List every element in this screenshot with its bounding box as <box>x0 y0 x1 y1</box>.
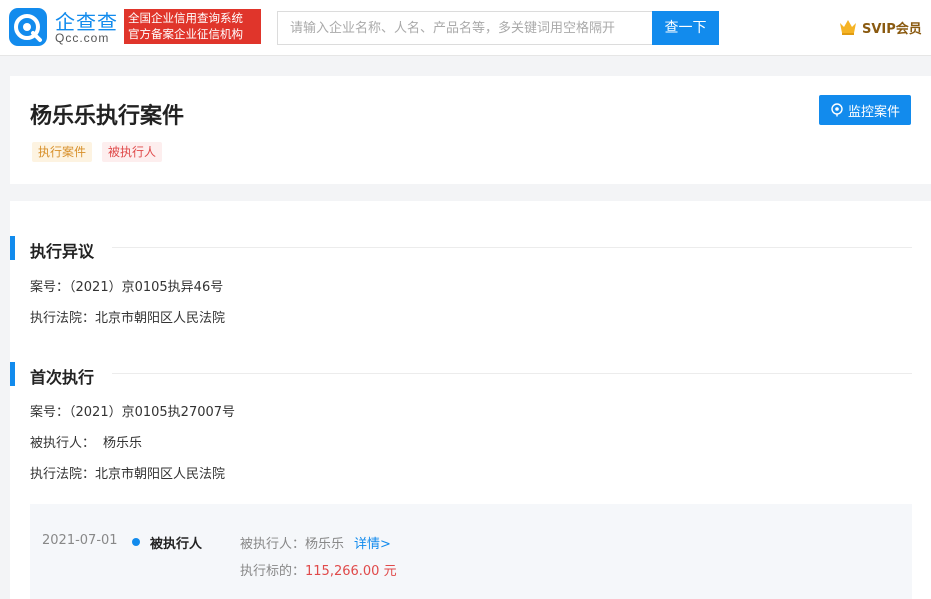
field-value: 北京市朝阳区人民法院 <box>95 467 226 482</box>
timeline-amount-value: 115,266.00 元 <box>305 564 397 579</box>
first-exec-case-number-row: 案号：（2021）京0105执27007号 <box>30 401 235 420</box>
execution-timeline: 2021-07-01 被执行人 被执行人：杨乐乐 详情> 执行标的：115,266… <box>30 504 912 599</box>
timeline-dot <box>132 538 140 546</box>
monitor-icon <box>831 103 843 117</box>
page-title: 杨乐乐执行案件 <box>30 104 185 129</box>
section-title-first-execution: 首次执行 <box>30 368 95 387</box>
first-exec-person-row: 被执行人： 杨乐乐 <box>30 432 142 451</box>
objection-case-number-row: 案号：（2021）京0105执异46号 <box>30 276 223 295</box>
gov-badge-line-1: 全国企业信用查询系统 <box>128 11 243 25</box>
timeline-person: 被执行人：杨乐乐 详情> <box>240 533 391 552</box>
gov-badge-line-2: 官方备案企业征信机构 <box>128 27 243 41</box>
field-value: （2021）京0105执异46号 <box>69 280 224 295</box>
search-box <box>277 11 653 45</box>
qcc-logo-icon[interactable] <box>9 8 47 46</box>
field-label: 执行法院： <box>30 311 96 326</box>
monitor-case-button[interactable]: 监控案件 <box>819 95 911 125</box>
section-marker <box>10 236 15 260</box>
crown-icon <box>840 20 856 35</box>
search-button[interactable]: 查一下 <box>652 11 719 45</box>
field-label: 被执行人： <box>30 436 96 451</box>
timeline-person-value: 杨乐乐 <box>305 537 345 552</box>
first-exec-court-row: 执行法院：北京市朝阳区人民法院 <box>30 463 225 482</box>
field-label: 案号： <box>30 280 70 295</box>
section-divider <box>112 247 912 248</box>
section-marker <box>10 362 15 386</box>
case-header-card: 杨乐乐执行案件 执行案件 被执行人 监控案件 <box>10 76 931 184</box>
detail-link[interactable]: 详情> <box>354 537 391 552</box>
timeline-amount: 执行标的：115,266.00 元 <box>240 560 397 579</box>
svip-label: SVIP会员 <box>862 21 922 37</box>
search-input[interactable] <box>278 12 653 44</box>
timeline-date: 2021-07-01 <box>42 533 118 548</box>
top-header: 企查查 Qcc.com 全国企业信用查询系统 官方备案企业征信机构 查一下 SV… <box>0 0 931 56</box>
field-value: 杨乐乐 <box>103 436 143 451</box>
tag-executed-person: 被执行人 <box>102 142 163 162</box>
svip-member-button[interactable]: SVIP会员 <box>838 16 922 38</box>
timeline-amount-label: 执行标的： <box>240 564 306 579</box>
tag-execution-case: 执行案件 <box>32 142 93 162</box>
section-title-objection: 执行异议 <box>30 242 95 261</box>
case-detail-card: 执行异议 案号：（2021）京0105执异46号 执行法院：北京市朝阳区人民法院… <box>10 201 931 599</box>
monitor-case-label: 监控案件 <box>847 104 900 120</box>
section-divider <box>112 373 912 374</box>
field-label: 执行法院： <box>30 467 96 482</box>
timeline-person-label: 被执行人： <box>240 537 306 552</box>
logo-domain: Qcc.com <box>55 31 110 45</box>
field-value: （2021）京0105执27007号 <box>69 405 236 420</box>
timeline-role: 被执行人 <box>150 537 203 552</box>
objection-court-row: 执行法院：北京市朝阳区人民法院 <box>30 307 225 326</box>
field-value: 北京市朝阳区人民法院 <box>95 311 226 326</box>
field-label: 案号： <box>30 405 70 420</box>
gov-certification-badge: 全国企业信用查询系统 官方备案企业征信机构 <box>124 9 261 44</box>
